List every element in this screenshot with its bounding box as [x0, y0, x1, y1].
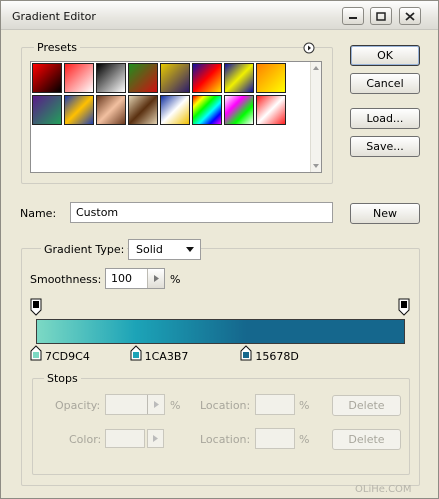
opacity-location-unit: % [299, 399, 310, 412]
chevron-down-icon [186, 247, 194, 252]
gradient-type-select[interactable]: Solid [128, 239, 201, 260]
ok-button[interactable]: OK [350, 45, 420, 66]
color-location-unit: % [299, 433, 310, 446]
opacity-label: Opacity: [55, 399, 101, 412]
preset-swatch[interactable] [64, 95, 94, 125]
preset-swatch[interactable] [128, 63, 158, 93]
preset-swatch[interactable] [224, 63, 254, 93]
opacity-stepper[interactable] [147, 395, 164, 414]
preset-swatch[interactable] [256, 63, 286, 93]
opacity-unit: % [170, 399, 181, 412]
caret-right-icon [154, 401, 159, 408]
preset-swatch[interactable] [256, 95, 286, 125]
smoothness-value: 100 [111, 272, 132, 285]
opacity-input[interactable] [105, 394, 165, 415]
preset-swatch[interactable] [160, 63, 190, 93]
color-stop-hex-label: 1CA3B7 [144, 350, 189, 363]
stops-group [32, 378, 410, 475]
close-icon [405, 12, 415, 21]
watermark-text: OLiHe.COM [355, 484, 412, 495]
maximize-icon [376, 12, 386, 21]
opacity-stop-left[interactable] [30, 298, 42, 316]
save-button[interactable]: Save... [350, 136, 420, 157]
cancel-button[interactable]: Cancel [350, 73, 420, 94]
presets-label: Presets [34, 41, 81, 54]
caret-right-icon [154, 275, 159, 282]
color-location-input[interactable] [255, 428, 295, 449]
color-location-label: Location: [200, 433, 251, 446]
smoothness-input[interactable]: 100 [105, 268, 165, 289]
preset-swatch-list [30, 61, 322, 173]
name-label: Name: [20, 207, 57, 220]
stops-label: Stops [44, 372, 81, 385]
presets-menu-icon[interactable] [303, 42, 315, 54]
gradient-type-value: Solid [136, 243, 163, 256]
name-input[interactable]: Custom [70, 202, 333, 223]
preset-swatch[interactable] [128, 95, 158, 125]
title-bar: Gradient Editor [1, 1, 438, 30]
color-stop-marker[interactable] [130, 345, 142, 361]
smoothness-stepper[interactable] [147, 269, 164, 288]
load-button[interactable]: Load... [350, 108, 420, 129]
color-stop-hex-label: 7CD9C4 [45, 350, 90, 363]
preset-swatch[interactable] [192, 63, 222, 93]
preset-swatch[interactable] [96, 63, 126, 93]
minimize-button[interactable] [342, 7, 364, 25]
caret-right-icon [153, 435, 158, 442]
color-label: Color: [69, 433, 102, 446]
preset-swatch[interactable] [192, 95, 222, 125]
color-stop-hex-label: 15678D [255, 350, 299, 363]
smoothness-unit: % [170, 273, 181, 286]
color-swatch-input[interactable] [105, 429, 145, 448]
preset-swatch[interactable] [224, 95, 254, 125]
preset-swatch[interactable] [32, 63, 62, 93]
opacity-location-label: Location: [200, 399, 251, 412]
maximize-button[interactable] [370, 7, 392, 25]
color-stop-marker[interactable] [240, 345, 252, 361]
gradient-preview-bar[interactable] [36, 319, 405, 344]
preset-swatch[interactable] [32, 95, 62, 125]
opacity-location-input[interactable] [255, 394, 295, 415]
color-stop-marker[interactable] [30, 345, 42, 361]
scroll-down-icon[interactable] [312, 163, 320, 169]
minimize-icon [349, 17, 357, 19]
preset-swatch[interactable] [64, 63, 94, 93]
preset-swatch[interactable] [160, 95, 190, 125]
smoothness-label: Smoothness: [30, 273, 102, 286]
gradient-type-label: Gradient Type: [41, 243, 128, 256]
window-title: Gradient Editor [12, 10, 96, 23]
close-button[interactable] [399, 7, 421, 25]
color-menu-button[interactable] [147, 429, 164, 448]
presets-scrollbar[interactable] [310, 62, 321, 172]
gradient-editor-window: Gradient Editor Presets OK Cancel Load..… [0, 0, 439, 499]
new-button[interactable]: New [350, 203, 420, 224]
delete-opacity-stop-button[interactable]: Delete [332, 395, 401, 416]
opacity-stop-right[interactable] [398, 298, 410, 316]
delete-color-stop-button[interactable]: Delete [332, 429, 401, 450]
scroll-up-icon[interactable] [312, 65, 320, 71]
preset-swatch[interactable] [96, 95, 126, 125]
